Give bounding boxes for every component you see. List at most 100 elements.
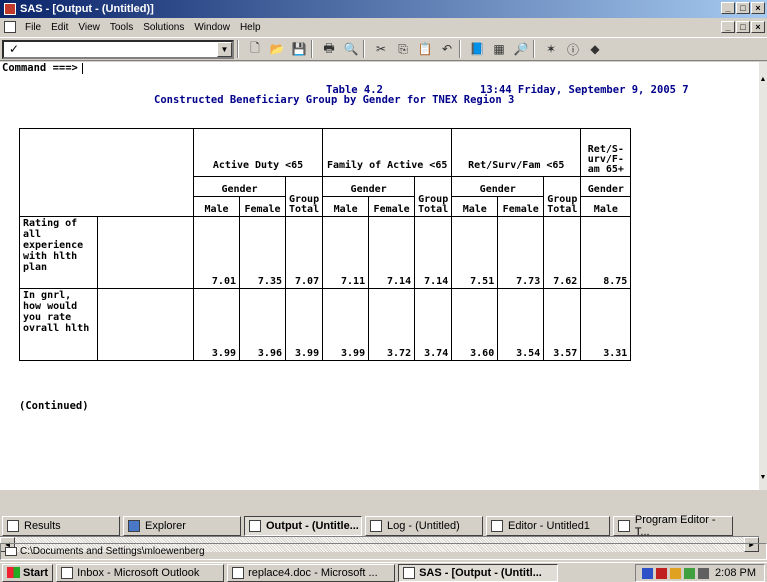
group-header: Ret/Surv/Fam <65	[451, 128, 582, 177]
toolbar-separator	[363, 40, 365, 58]
title-bar: SAS - [Output - (Untitled)] _ □ ×	[0, 0, 767, 18]
explorer-icon	[128, 520, 140, 532]
tab-output[interactable]: Output - (Untitle...	[244, 516, 362, 536]
maximize-button[interactable]: □	[736, 2, 750, 14]
network-icon[interactable]	[698, 567, 710, 579]
window-tabs: Results Explorer Output - (Untitle... Lo…	[0, 514, 767, 538]
row-label: Rating of all experience with hlth plan	[19, 216, 98, 289]
program-editor-icon	[618, 520, 630, 532]
value-cell: 3.99	[322, 288, 370, 361]
task-word[interactable]: replace4.doc - Microsoft ...	[227, 563, 396, 582]
run-icon[interactable]: ✶	[542, 40, 560, 58]
tray-icon[interactable]	[684, 567, 696, 579]
sas-icon	[403, 566, 416, 579]
group-header: Ret/S-urv/F-am 65+	[580, 128, 632, 177]
menu-window[interactable]: Window	[189, 22, 235, 33]
tray-icon[interactable]	[656, 567, 668, 579]
menu-help[interactable]: Help	[235, 22, 266, 33]
chevron-down-icon[interactable]: ▼	[217, 41, 232, 57]
menu-view[interactable]: View	[73, 22, 105, 33]
child-restore-button[interactable]: □	[736, 21, 750, 33]
row-spacer	[97, 288, 194, 361]
open-icon[interactable]: 📂	[268, 40, 286, 58]
print-icon[interactable]: 🖶	[320, 40, 338, 58]
tab-explorer[interactable]: Explorer	[123, 516, 241, 536]
tab-program-editor[interactable]: Program Editor - T...	[613, 514, 733, 538]
vertical-scrollbar[interactable]: ▲ ▼	[759, 62, 767, 490]
close-button[interactable]: ×	[751, 2, 765, 14]
help-icon[interactable]: ⓘ	[564, 40, 582, 58]
scroll-up-arrow-icon[interactable]: ▲	[759, 76, 767, 83]
value-cell: 7.51	[451, 216, 499, 289]
value-cell: 7.73	[497, 216, 545, 289]
tray-icon[interactable]	[642, 567, 654, 579]
book-icon[interactable]: ◆	[586, 40, 604, 58]
start-button[interactable]: Start	[2, 563, 54, 582]
output-icon	[249, 520, 261, 532]
gender-header: Gender	[193, 176, 286, 197]
tab-editor[interactable]: Editor - Untitled1	[486, 516, 610, 536]
folder-icon	[5, 547, 17, 556]
print-preview-icon[interactable]: 🔍	[342, 40, 360, 58]
value-cell: 3.31	[580, 288, 632, 361]
library-icon[interactable]: 📘	[468, 40, 486, 58]
minimize-button[interactable]: _	[721, 2, 735, 14]
word-icon	[232, 566, 245, 579]
find-icon[interactable]: 🔎	[512, 40, 530, 58]
explorer-icon[interactable]: ▦	[490, 40, 508, 58]
col-header: Female	[239, 196, 286, 217]
value-cell: 3.72	[368, 288, 416, 361]
toolbar-separator	[459, 40, 461, 58]
gender-header: Gender	[322, 176, 416, 197]
value-cell: 3.54	[497, 288, 545, 361]
scroll-down-arrow-icon[interactable]: ▼	[759, 474, 767, 481]
taskbar: Start Inbox - Microsoft Outlook replace4…	[0, 562, 767, 582]
col-header: Male	[193, 196, 240, 217]
sas-app-icon	[4, 3, 16, 15]
toolbar: ✓ ▼ 🗋 📂 💾 🖶 🔍 ✂ ⎘ 📋 ↶ 📘 ▦ 🔎 ✶ ⓘ ◆	[0, 37, 767, 61]
check-icon[interactable]: ✓	[4, 42, 24, 56]
window-title: SAS - [Output - (Untitled)]	[20, 3, 154, 15]
group-total-header: Group Total	[414, 176, 453, 217]
document-icon[interactable]	[4, 21, 16, 33]
col-header: Female	[368, 196, 416, 217]
output-window[interactable]: Command ===> Table 4.2 13:44 Friday, Sep…	[0, 62, 759, 552]
value-cell: 3.57	[543, 288, 582, 361]
table-row: Rating of all experience with hlth plan …	[19, 216, 632, 289]
status-bar: C:\Documents and Settings\mloewenberg	[0, 543, 767, 560]
save-icon[interactable]: 💾	[290, 40, 308, 58]
clock[interactable]: 2:08 PM	[715, 567, 756, 579]
outlook-icon	[61, 566, 74, 579]
toolbar-separator	[311, 40, 313, 58]
command-prompt[interactable]: Command ===>	[2, 62, 83, 74]
col-header: Male	[451, 196, 499, 217]
cut-icon[interactable]: ✂	[372, 40, 390, 58]
child-close-button[interactable]: ×	[751, 21, 765, 33]
group-total-header: Group Total	[543, 176, 582, 217]
value-cell: 7.35	[239, 216, 286, 289]
group-header: Family of Active <65	[322, 128, 453, 177]
tab-results[interactable]: Results	[2, 516, 120, 536]
menu-file[interactable]: File	[20, 22, 46, 33]
volume-icon[interactable]	[670, 567, 682, 579]
group-total-header: Group Total	[284, 176, 324, 217]
value-cell: 8.75	[580, 216, 632, 289]
paste-icon[interactable]: 📋	[416, 40, 434, 58]
value-cell: 7.01	[193, 216, 240, 289]
group-header: Active Duty <65	[192, 128, 324, 177]
child-minimize-button[interactable]: _	[721, 21, 735, 33]
menu-edit[interactable]: Edit	[46, 22, 73, 33]
undo-icon[interactable]: ↶	[438, 40, 456, 58]
copy-icon[interactable]: ⎘	[394, 40, 412, 58]
task-outlook[interactable]: Inbox - Microsoft Outlook	[56, 563, 225, 582]
menu-solutions[interactable]: Solutions	[138, 22, 189, 33]
new-icon[interactable]: 🗋	[246, 40, 264, 58]
text-caret	[81, 62, 83, 74]
continued-note: (Continued)	[19, 400, 89, 412]
command-box[interactable]: ✓ ▼	[2, 39, 234, 59]
value-cell: 3.74	[414, 288, 453, 361]
value-cell: 3.99	[193, 288, 240, 361]
task-sas[interactable]: SAS - [Output - (Untitl...	[398, 563, 559, 582]
menu-tools[interactable]: Tools	[105, 22, 138, 33]
tab-log[interactable]: Log - (Untitled)	[365, 516, 483, 536]
